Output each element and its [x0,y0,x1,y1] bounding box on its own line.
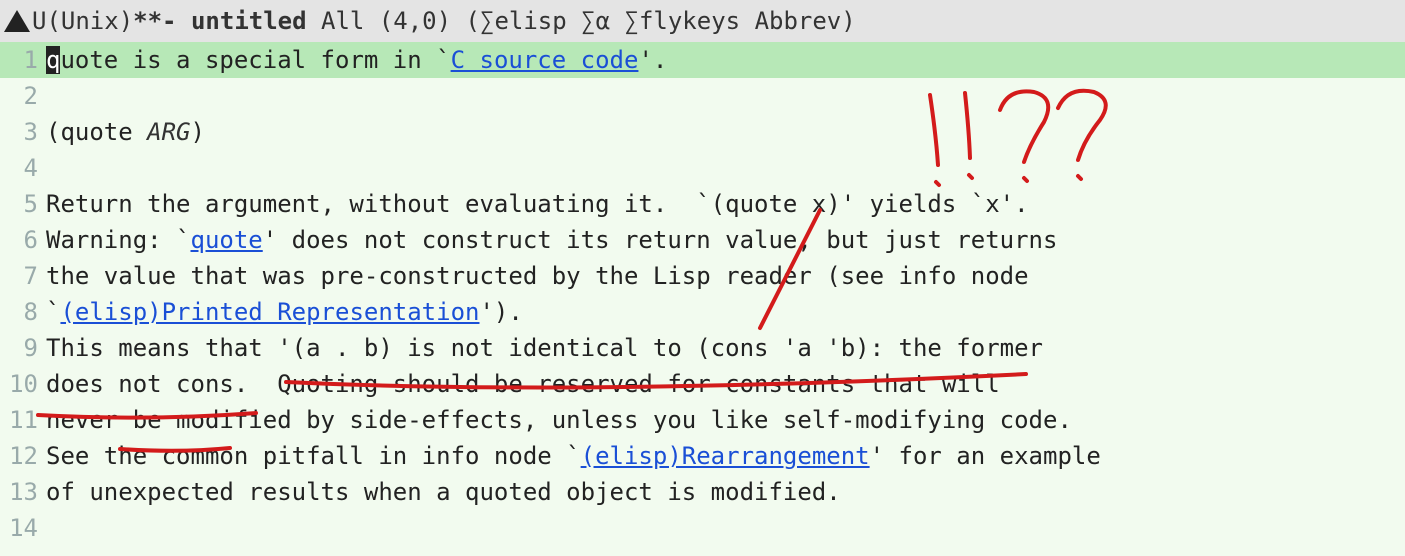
text-run: uote is a special form in ` [60,46,450,74]
line-number: 6 [0,222,44,258]
text-run: Return the argument, without evaluating … [46,190,1029,218]
editor-line[interactable]: 11never be modified by side-effects, unl… [0,402,1405,438]
text-run: Warning: ` [46,226,191,254]
editor-buffer[interactable]: 1quote is a special form in `C source co… [0,42,1405,546]
text-run: This means that '(a . b) is not identica… [46,334,1043,362]
modeline-narrow: All [321,3,364,39]
text-run: does not cons. Quoting should be reserve… [46,370,1000,398]
text-cursor: q [46,46,60,74]
modeline-position: (4,0) [379,3,451,39]
modeline-modes: (∑elisp ∑α ∑flykeys Abbrev) [466,3,856,39]
modeline-encoding: U(Unix) [32,3,133,39]
line-number: 13 [0,474,44,510]
line-text[interactable]: does not cons. Quoting should be reserve… [44,366,1405,402]
text-run: (quote [46,118,147,146]
link-printed-representation[interactable]: (elisp)Printed Representation [60,298,479,326]
line-text[interactable]: `(elisp)Printed Representation'). [44,294,1405,330]
text-run: ARG [147,118,190,146]
editor-line[interactable]: 8`(elisp)Printed Representation'). [0,294,1405,330]
modeline: U(Unix) **- untitled All (4,0) (∑elisp ∑… [0,0,1405,42]
line-text[interactable]: of unexpected results when a quoted obje… [44,474,1405,510]
modeline-buffer-name: untitled [191,3,307,39]
line-text[interactable]: (quote ARG) [44,114,1405,150]
editor-line[interactable]: 4 [0,150,1405,186]
link-c-source-code[interactable]: C source code [451,46,639,74]
editor-line[interactable]: 9This means that '(a . b) is not identic… [0,330,1405,366]
line-text[interactable]: the value that was pre-constructed by th… [44,258,1405,294]
line-number: 7 [0,258,44,294]
text-run: ) [191,118,205,146]
editor-line[interactable]: 5Return the argument, without evaluating… [0,186,1405,222]
editor-line[interactable]: 1quote is a special form in `C source co… [0,42,1405,78]
editor-line[interactable]: 6Warning: `quote' does not construct its… [0,222,1405,258]
text-run: '). [479,298,522,326]
text-run: of unexpected results when a quoted obje… [46,478,841,506]
text-run: ` [46,298,60,326]
text-run: ' does not construct its return value, b… [263,226,1058,254]
modeline-triangle-icon [4,10,30,32]
line-number: 8 [0,294,44,330]
editor-line[interactable]: 3(quote ARG) [0,114,1405,150]
line-number: 14 [0,510,44,546]
line-number: 3 [0,114,44,150]
line-number: 1 [0,42,44,78]
text-run: '. [638,46,667,74]
line-number: 12 [0,438,44,474]
line-text[interactable]: Return the argument, without evaluating … [44,186,1405,222]
editor-line[interactable]: 2 [0,78,1405,114]
text-run: never be modified by side-effects, unles… [46,406,1072,434]
line-text[interactable]: quote is a special form in `C source cod… [44,42,1405,78]
line-text[interactable]: never be modified by side-effects, unles… [44,402,1405,438]
editor-line[interactable]: 12See the common pitfall in info node `(… [0,438,1405,474]
modeline-modified: **- [133,3,176,39]
editor-line[interactable]: 7the value that was pre-constructed by t… [0,258,1405,294]
line-text[interactable]: See the common pitfall in info node `(el… [44,438,1405,474]
editor-line[interactable]: 14 [0,510,1405,546]
editor-line[interactable]: 13of unexpected results when a quoted ob… [0,474,1405,510]
link-rearrangement[interactable]: (elisp)Rearrangement [581,442,870,470]
line-number: 2 [0,78,44,114]
line-number: 4 [0,150,44,186]
editor-line[interactable]: 10does not cons. Quoting should be reser… [0,366,1405,402]
text-run: the value that was pre-constructed by th… [46,262,1029,290]
line-number: 5 [0,186,44,222]
line-number: 10 [0,366,44,402]
text-run: See the common pitfall in info node ` [46,442,581,470]
line-text[interactable]: Warning: `quote' does not construct its … [44,222,1405,258]
text-run: ' for an example [870,442,1101,470]
line-number: 9 [0,330,44,366]
link-quote[interactable]: quote [191,226,263,254]
line-text[interactable]: This means that '(a . b) is not identica… [44,330,1405,366]
line-number: 11 [0,402,44,438]
